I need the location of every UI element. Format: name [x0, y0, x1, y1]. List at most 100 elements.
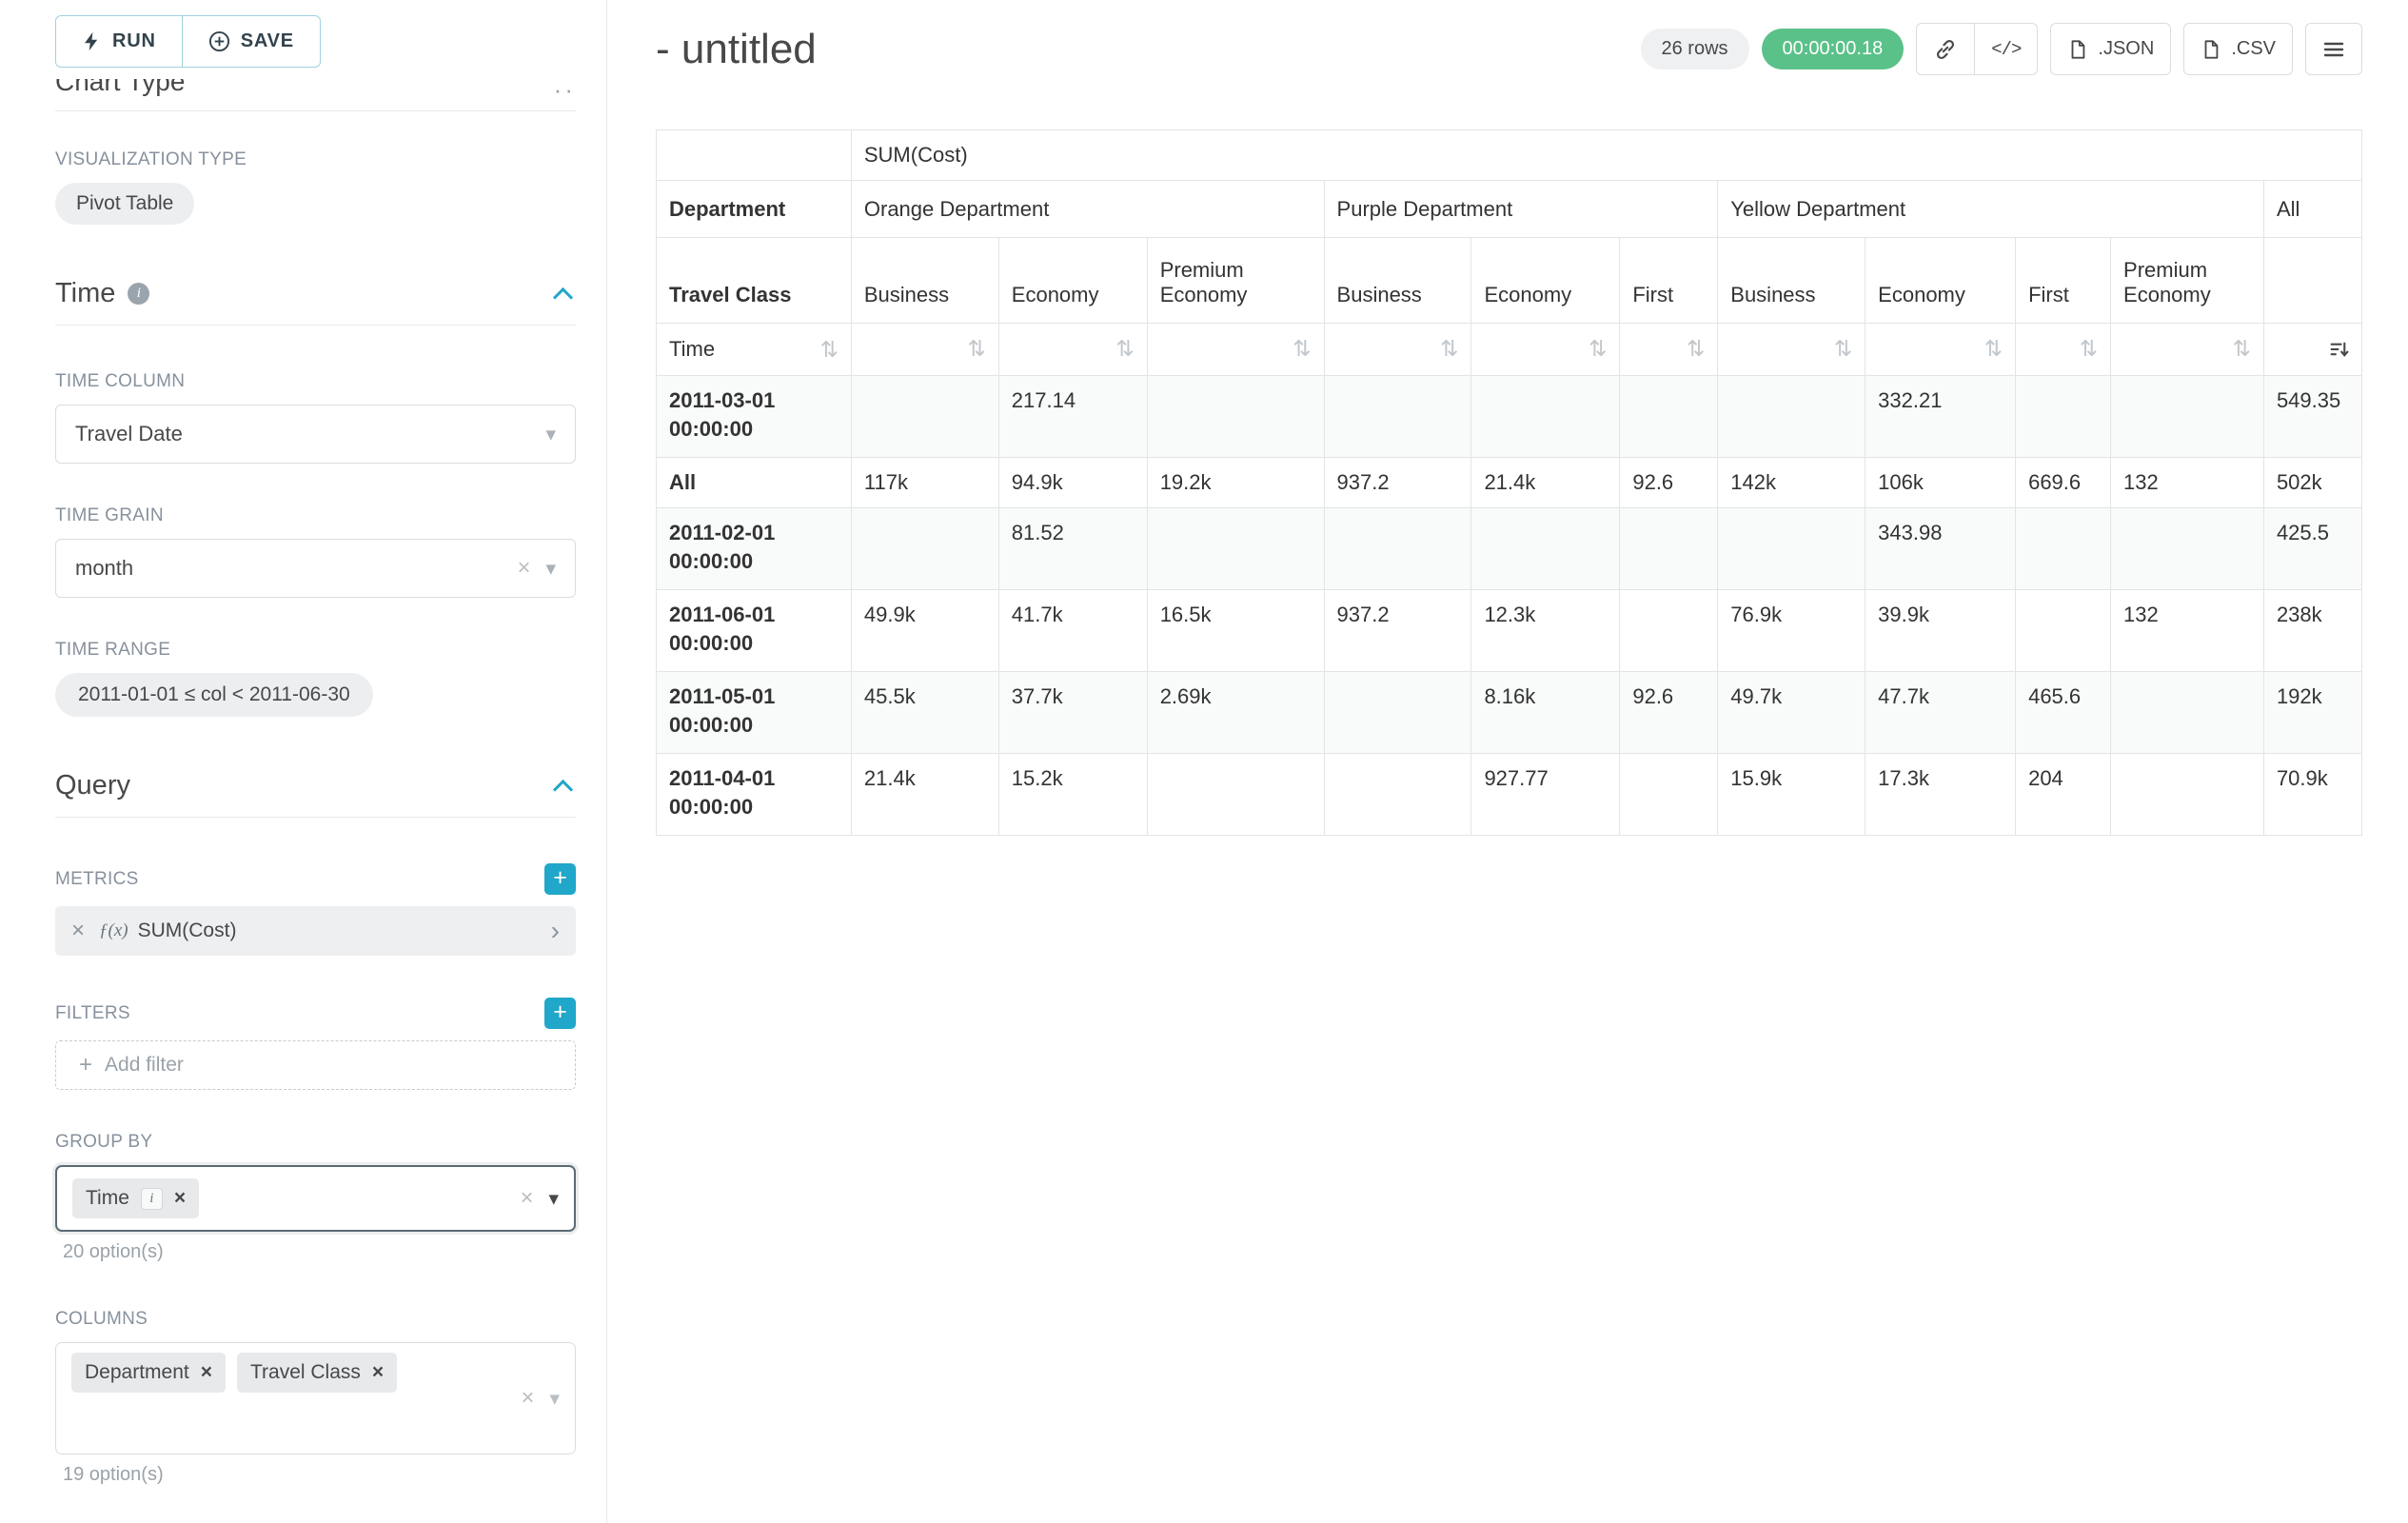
chevron-right-icon[interactable]: ›: [551, 921, 560, 940]
hamburger-icon: [2322, 38, 2345, 61]
chevron-up-icon[interactable]: [553, 287, 573, 307]
remove-tag-icon[interactable]: ×: [174, 1187, 186, 1210]
clear-all-icon[interactable]: ×: [520, 1185, 533, 1212]
value-cell: 132: [2111, 590, 2264, 672]
time-grain-select[interactable]: month × ▾: [55, 539, 576, 598]
sort-icon[interactable]: ⇅: [968, 336, 986, 361]
clear-all-icon[interactable]: ×: [521, 1385, 534, 1412]
value-cell: [1471, 508, 1620, 590]
query-section-title: Query: [55, 770, 130, 801]
value-cell: [1324, 754, 1471, 836]
tag-label: Travel Class: [250, 1361, 361, 1384]
row-header: 2011-05-01 00:00:00: [657, 672, 852, 754]
value-cell: [1147, 754, 1324, 836]
plus-circle-icon: [208, 30, 230, 52]
column-header: Economy: [1865, 238, 2016, 324]
time-section-header[interactable]: Time i: [55, 278, 576, 326]
columns-select[interactable]: Department × Travel Class × × ▾: [55, 1342, 576, 1454]
section-header-chart-type: Chart Type ··: [55, 79, 576, 111]
value-cell: 106k: [1865, 458, 2016, 508]
chevron-up-icon[interactable]: [553, 780, 573, 800]
value-cell: [2016, 590, 2111, 672]
columns-tag-travel-class[interactable]: Travel Class ×: [237, 1353, 397, 1393]
value-cell: [2111, 754, 2264, 836]
chart-title[interactable]: - untitled: [656, 26, 1641, 73]
visualization-type-value[interactable]: Pivot Table: [55, 183, 194, 225]
sort-icon[interactable]: ⇅: [1687, 336, 1705, 361]
value-cell: 37.7k: [998, 672, 1147, 754]
time-grain-control: TIME GRAIN month × ▾: [55, 505, 576, 598]
table-row: 2011-03-01 00:00:00217.14332.21549.35: [657, 376, 2362, 458]
sort-icon[interactable]: ⇅: [2233, 336, 2251, 361]
sort-column-cell: ⇅: [1324, 324, 1471, 376]
results-toolbar: 26 rows 00:00:00.18 </> .JSON .CSV: [1641, 23, 2363, 75]
group-by-control: GROUP BY Time i × × ▾ 20 option(s): [55, 1132, 576, 1263]
menu-button[interactable]: [2305, 23, 2362, 75]
group-by-tag-time[interactable]: Time i ×: [72, 1178, 199, 1218]
fx-icon: ƒ(x): [99, 920, 128, 941]
run-button[interactable]: RUN: [55, 15, 183, 68]
save-button[interactable]: SAVE: [182, 15, 321, 68]
metric-chip[interactable]: × ƒ(x) SUM(Cost) ›: [55, 906, 576, 956]
value-cell: 81.52: [998, 508, 1147, 590]
value-cell: 49.7k: [1718, 672, 1865, 754]
add-filter-plus-button[interactable]: +: [544, 998, 576, 1029]
sort-icon[interactable]: ⇅: [1984, 336, 2003, 361]
sort-icon[interactable]: ⇅: [2080, 336, 2098, 361]
time-grain-value: month: [75, 556, 517, 581]
value-cell: 21.4k: [851, 754, 998, 836]
sort-icon[interactable]: ⇅: [1589, 336, 1607, 361]
column-header-empty: [2263, 238, 2361, 324]
sort-desc-icon[interactable]: [2329, 336, 2349, 361]
remove-tag-icon[interactable]: ×: [372, 1361, 384, 1384]
tag-label: Department: [85, 1361, 189, 1384]
clear-icon[interactable]: ×: [517, 555, 530, 582]
metric-header-cell: SUM(Cost): [851, 130, 2361, 181]
column-group-header: Orange Department: [851, 181, 1324, 238]
value-cell: 70.9k: [2263, 754, 2361, 836]
sort-icon[interactable]: ⇅: [820, 339, 839, 361]
value-cell: [1620, 590, 1718, 672]
explore-page: RUN SAVE Chart Type ·· VISUALIZATION TYP…: [0, 0, 2408, 1523]
time-column-select[interactable]: Travel Date ▾: [55, 405, 576, 464]
query-section-header[interactable]: Query: [55, 770, 576, 818]
value-cell: 16.5k: [1147, 590, 1324, 672]
sort-column-cell: ⇅: [1718, 324, 1865, 376]
sort-icon[interactable]: ⇅: [1115, 336, 1134, 361]
column-header: Premium Economy: [2111, 238, 2264, 324]
column-header: Business: [1718, 238, 1865, 324]
columns-tag-department[interactable]: Department ×: [71, 1353, 226, 1393]
value-cell: 92.6: [1620, 672, 1718, 754]
sort-column-cell: ⇅: [2016, 324, 2111, 376]
row-count-badge: 26 rows: [1641, 29, 1749, 69]
value-cell: 12.3k: [1471, 590, 1620, 672]
value-cell: 937.2: [1324, 458, 1471, 508]
add-filter-button[interactable]: + Add filter: [55, 1040, 576, 1090]
copy-link-button[interactable]: [1916, 23, 1975, 75]
table-row: 2011-06-01 00:00:0049.9k41.7k16.5k937.21…: [657, 590, 2362, 672]
sort-icon[interactable]: ⇅: [1440, 336, 1458, 361]
value-cell: 142k: [1718, 458, 1865, 508]
time-range-value[interactable]: 2011-01-01 ≤ col < 2011-06-30: [55, 673, 373, 717]
sort-icon[interactable]: ⇅: [1834, 336, 1852, 361]
table-row: 2011-05-01 00:00:0045.5k37.7k2.69k8.16k9…: [657, 672, 2362, 754]
caret-down-icon[interactable]: ▾: [548, 1187, 559, 1211]
caret-down-icon[interactable]: ▾: [549, 1387, 560, 1411]
group-by-select[interactable]: Time i × × ▾: [55, 1165, 576, 1232]
remove-metric-icon[interactable]: ×: [71, 918, 85, 944]
col-dimension-travel-class-label: Travel Class: [657, 238, 852, 324]
remove-tag-icon[interactable]: ×: [201, 1361, 212, 1384]
add-metric-button[interactable]: +: [544, 863, 576, 895]
sort-icon[interactable]: ⇅: [1293, 336, 1311, 361]
download-csv-button[interactable]: .CSV: [2183, 23, 2293, 75]
value-cell: [1718, 508, 1865, 590]
filters-control: FILTERS + + Add filter: [55, 998, 576, 1090]
value-cell: [2016, 376, 2111, 458]
view-query-button[interactable]: </>: [1974, 23, 2038, 75]
download-json-button[interactable]: .JSON: [2050, 23, 2171, 75]
value-cell: [851, 376, 998, 458]
value-cell: 117k: [851, 458, 998, 508]
filters-label: FILTERS: [55, 1003, 130, 1024]
value-cell: [1718, 376, 1865, 458]
time-range-control: TIME RANGE 2011-01-01 ≤ col < 2011-06-30: [55, 640, 576, 717]
